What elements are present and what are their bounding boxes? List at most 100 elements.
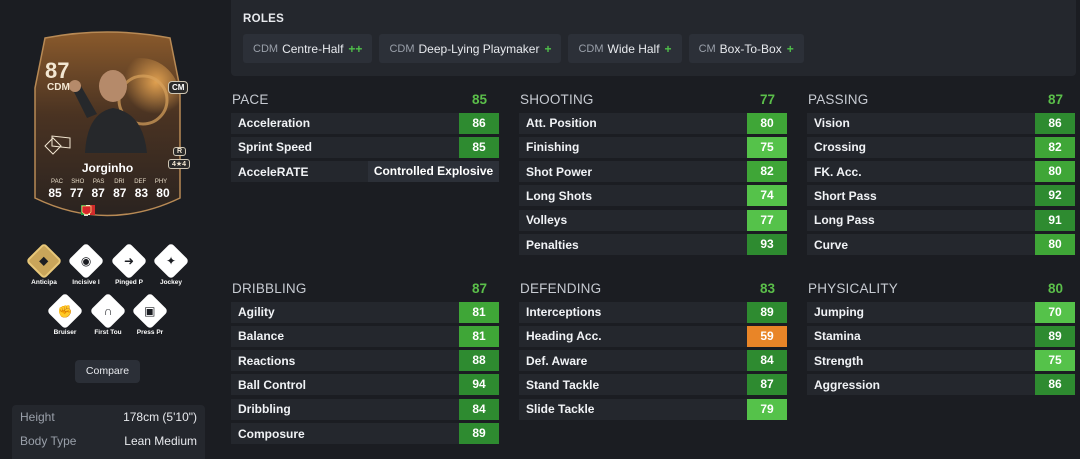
stat-value: 85 (459, 136, 499, 158)
stat-group-name: DRIBBLING (232, 280, 307, 296)
stat-group-header: PHYSICALITY 80 (807, 277, 1075, 299)
stat-group-shooting: SHOOTING 77 Att. Position 80 Finishing 75 Shot… (519, 88, 787, 255)
role-position: CDM (389, 42, 415, 55)
stat-value: 82 (747, 161, 787, 183)
playstyle-jockey[interactable]: ✦ Jockey (151, 242, 191, 286)
stat-group-name: PHYSICALITY (808, 280, 898, 296)
stat-row: Stand Tackle 87 (519, 374, 787, 396)
stat-row: Heading Acc. 59 (519, 325, 787, 347)
stat-row: Strength 75 (807, 350, 1075, 372)
stat-row: Curve 80 (807, 234, 1075, 255)
stat-row: Def. Aware 84 (519, 350, 787, 372)
card-stat-value: 85 (48, 186, 62, 200)
playstyle-anticipate[interactable]: ◆ Anticipa (24, 242, 64, 286)
stat-value: 92 (1035, 185, 1075, 207)
stat-row: Shot Power 82 (519, 161, 787, 183)
stat-row: AcceleRATE Controlled Explosive (231, 161, 499, 183)
stat-value: 79 (747, 398, 787, 420)
stat-row: Composure 89 (231, 423, 499, 444)
playstyle-label: Press Pr (136, 329, 164, 336)
stat-group-passing: PASSING 87 Vision 86 Crossing 82 FK. Acc. 80 Sho… (807, 88, 1075, 255)
stat-group-dribbling: DRIBBLING 87 Agility 81 Balance 81 Reactions 88… (231, 277, 499, 444)
player-sidebar: 87 CDM CM R 4★4 Jorginho PAC SHO PAS DRI… (0, 0, 216, 459)
role-name: Wide Half (607, 41, 660, 56)
playstyle-label: Anticipa (31, 279, 57, 286)
stat-row: Aggression 86 (807, 374, 1075, 396)
bio-key: Height (20, 410, 55, 424)
stat-value: 80 (747, 112, 787, 134)
stat-value: 74 (747, 185, 787, 207)
press-icon: ▣ (131, 292, 169, 330)
stat-row: Stamina 89 (807, 325, 1075, 347)
card-stat-label: PHY (154, 179, 168, 185)
stat-row: Penalties 93 (519, 234, 787, 255)
stat-group-name: PASSING (808, 91, 869, 107)
bio-row-height: Height 178cm (5'10") (12, 405, 205, 429)
role-plus: + (544, 41, 552, 56)
stat-value: 75 (747, 136, 787, 158)
role-plus: ++ (348, 41, 363, 56)
roles-title: ROLES (243, 13, 285, 25)
card-stat-label: PAC (51, 179, 63, 185)
playstyle-label: Pinged P (115, 279, 143, 286)
stat-group-value: 80 (1047, 280, 1063, 296)
stat-value: 82 (1035, 136, 1075, 158)
stat-row: Dribbling 84 (231, 398, 499, 420)
card-stat-label: DEF (134, 179, 147, 185)
stat-group-value: 87 (471, 280, 487, 296)
stat-row: Crossing 82 (807, 136, 1075, 158)
role-chip[interactable]: CDM Wide Half + (568, 34, 682, 63)
card-player-name: Jorginho (81, 161, 134, 175)
bio-value: Lean Medium (124, 434, 197, 448)
role-position: CM (698, 42, 716, 55)
stat-row: Reactions 88 (231, 350, 499, 372)
card-stat-value: 80 (156, 186, 170, 200)
playstyle-bruiser[interactable]: ✊ Bruiser (45, 292, 85, 336)
playstyle-pinged-pass[interactable]: ➜ Pinged P (109, 242, 149, 286)
playstyle-first-touch[interactable]: ∩ First Tou (88, 292, 128, 336)
card-stat-value: 87 (91, 186, 105, 200)
playstyle-press-proven[interactable]: ▣ Press Pr (130, 292, 170, 336)
stat-group-value: 77 (759, 91, 775, 107)
stat-value: 93 (747, 234, 787, 255)
stat-group-value: 83 (759, 280, 775, 296)
role-name: Deep-Lying Playmaker (418, 41, 540, 56)
compare-button[interactable]: Compare (75, 360, 140, 383)
stat-value: 80 (1035, 161, 1075, 183)
bio-value: 178cm (5'10") (123, 410, 197, 424)
roles-list: CDM Centre-Half ++ CDM Deep-Lying Playma… (243, 34, 804, 63)
stat-group-header: DEFENDING 83 (519, 277, 787, 299)
player-bio: Height 178cm (5'10") Body Type Lean Medi… (12, 405, 205, 459)
stat-value: 77 (747, 209, 787, 231)
role-chip[interactable]: CDM Centre-Half ++ (243, 34, 373, 63)
role-name: Box-To-Box (719, 41, 782, 56)
role-chip[interactable]: CM Box-To-Box + (688, 34, 804, 63)
role-chip[interactable]: CDM Deep-Lying Playmaker + (379, 34, 562, 63)
playstyle-label: Bruiser (53, 329, 77, 336)
stat-value: 86 (1035, 374, 1075, 396)
card-stat-values: 85 77 87 87 83 80 (45, 186, 173, 200)
stat-row: Att. Position 80 (519, 112, 787, 134)
card-stat-label: DRI (114, 179, 125, 185)
stat-group-name: DEFENDING (520, 280, 602, 296)
playstyle-incisive-pass[interactable]: ◉ Incisive I (66, 242, 106, 286)
stat-row: Sprint Speed 85 (231, 136, 499, 158)
stat-row: Finishing 75 (519, 136, 787, 158)
card-stat-label: SHO (71, 179, 85, 185)
stat-group-pace: PACE 85 Acceleration 86 Sprint Speed 85 Accele… (231, 88, 499, 183)
stat-value: 59 (747, 325, 787, 347)
stat-row: Balance 81 (231, 325, 499, 347)
role-name: Centre-Half (282, 41, 344, 56)
stat-row: Slide Tackle 79 (519, 398, 787, 420)
stat-group-name: SHOOTING (520, 91, 594, 107)
stat-group-header: DRIBBLING 87 (231, 277, 499, 299)
stat-value: 88 (459, 350, 499, 372)
stat-value: 70 (1035, 301, 1075, 323)
stat-group-physicality: PHYSICALITY 80 Jumping 70 Stamina 89 Strength 7… (807, 277, 1075, 396)
stat-row: Volleys 77 (519, 209, 787, 231)
club-crest-icon (81, 205, 92, 215)
card-weak-foot: R (173, 147, 187, 156)
pin-icon: ◉ (67, 242, 105, 280)
stat-value: 89 (459, 423, 499, 444)
stat-group-header: PASSING 87 (807, 88, 1075, 110)
